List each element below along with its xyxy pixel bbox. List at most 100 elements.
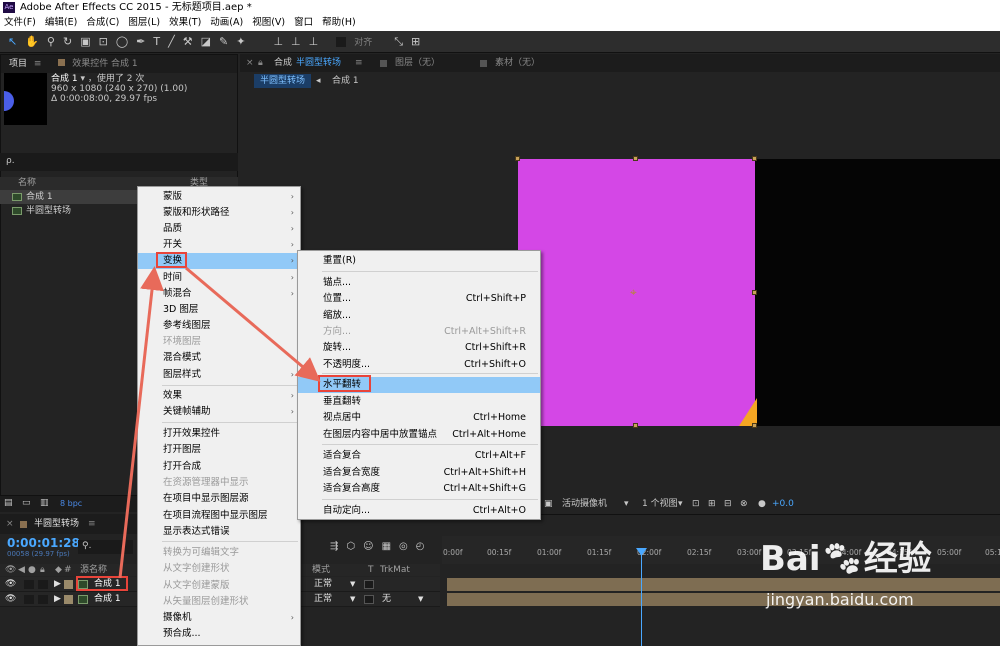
transform-handle[interactable] xyxy=(752,290,757,295)
transform-handle[interactable] xyxy=(633,423,638,428)
trkmat-select[interactable]: 无 xyxy=(382,592,391,607)
interpret-footage-icon[interactable]: ▤ xyxy=(4,498,13,508)
roto-tool-icon[interactable]: ✎ xyxy=(219,35,228,48)
context-menu-item[interactable]: 打开效果控件 xyxy=(138,426,300,442)
submenu-item[interactable]: 适合复合 Ctrl+Alt+F xyxy=(298,448,540,464)
axis-icon[interactable]: ⊥ xyxy=(273,35,283,48)
brush-tool-icon[interactable]: ╱ xyxy=(168,35,175,48)
submenu-item[interactable]: 锚点... xyxy=(298,275,540,291)
context-menu-item[interactable]: 打开合成 xyxy=(138,459,300,475)
label-color-icon[interactable] xyxy=(64,580,73,589)
col-trkmat[interactable]: TrkMat xyxy=(380,564,410,576)
breadcrumb-next[interactable]: 合成 1 xyxy=(332,72,359,90)
panel-menu-icon[interactable]: ≡ xyxy=(355,54,363,72)
menu-help[interactable]: 帮助(H) xyxy=(322,15,356,31)
graph-editor-icon[interactable]: ◴ xyxy=(416,541,433,552)
zoom-tool-icon[interactable]: ⚲ xyxy=(47,35,55,48)
close-icon[interactable]: × xyxy=(246,54,254,72)
context-menu-item[interactable]: 品质 › xyxy=(138,221,300,237)
chevron-down-icon[interactable]: ▼ xyxy=(350,577,355,592)
submenu-item[interactable]: 位置... Ctrl+Shift+P xyxy=(298,291,540,307)
context-menu-item[interactable]: 混合模式 › xyxy=(138,350,300,366)
comp-tab-prefix[interactable]: 合成 xyxy=(274,54,292,72)
context-menu-item[interactable]: 开关 › xyxy=(138,237,300,253)
dropdown-icon[interactable]: ▾ xyxy=(80,74,85,84)
panel-menu-icon[interactable]: ≡ xyxy=(34,59,42,69)
chevron-down-icon[interactable]: ▾ xyxy=(678,496,683,512)
axis-world-icon[interactable]: ⊥ xyxy=(291,35,301,48)
rotate-tool-icon[interactable]: ↻ xyxy=(63,35,72,48)
shy-icon[interactable]: ☺ xyxy=(363,541,381,552)
col-mode[interactable]: 模式 xyxy=(312,564,330,576)
eraser-tool-icon[interactable]: ◪ xyxy=(201,35,211,48)
panel-menu-icon[interactable]: ≡ xyxy=(88,514,96,534)
submenu-item[interactable]: 适合复合高度 Ctrl+Alt+Shift+G xyxy=(298,481,540,497)
audio-toggle[interactable] xyxy=(24,595,34,604)
exposure-icon[interactable]: ● xyxy=(758,496,766,512)
context-menu-item[interactable]: 3D 图层 xyxy=(138,302,300,318)
puppet-tool-icon[interactable]: ✦ xyxy=(236,35,245,48)
flowchart-icon[interactable]: ⊞ xyxy=(708,496,716,512)
motion-blur-icon[interactable]: ◎ xyxy=(399,541,416,552)
submenu-item[interactable]: 视点居中 Ctrl+Home xyxy=(298,410,540,426)
type-tool-icon[interactable]: T xyxy=(153,35,160,48)
ellipse-tool-icon[interactable]: ◯ xyxy=(116,35,128,48)
tab-composition[interactable]: 半圆型转场 xyxy=(296,54,341,72)
layer-name[interactable]: 合成 1 xyxy=(94,592,121,607)
transform-handle[interactable] xyxy=(633,156,638,161)
new-folder-icon[interactable]: ▭ xyxy=(22,498,31,508)
project-search-input[interactable]: ρ. xyxy=(0,153,238,171)
submenu-item[interactable]: 适合复合宽度 Ctrl+Alt+Shift+H xyxy=(298,465,540,481)
reset-exposure-icon[interactable]: ⊗ xyxy=(740,496,748,512)
transform-handle[interactable] xyxy=(515,156,520,161)
eye-icon[interactable]: 👁︎ xyxy=(5,592,16,607)
context-menu-item[interactable]: 在项目流程图中显示图层 xyxy=(138,508,300,524)
tab-project[interactable]: 项目 xyxy=(9,59,27,69)
expand-arrow-icon[interactable]: ▶ xyxy=(54,592,61,607)
transform-handle[interactable] xyxy=(752,423,757,428)
clone-tool-icon[interactable]: ⚒ xyxy=(183,35,193,48)
submenu-item[interactable]: 缩放... xyxy=(298,308,540,324)
context-menu-item[interactable]: 图层样式 › xyxy=(138,367,300,383)
menu-animation[interactable]: 动画(A) xyxy=(210,15,243,31)
close-icon[interactable]: × xyxy=(6,514,14,534)
context-menu-item[interactable]: 显示表达式错误 xyxy=(138,524,300,540)
pen-tool-icon[interactable]: ✒ xyxy=(136,35,145,48)
eye-icon[interactable]: 👁︎ xyxy=(5,577,16,592)
layer-mode-select[interactable]: 正常 xyxy=(314,592,332,607)
chevron-down-icon[interactable]: ▼ xyxy=(350,592,355,607)
tab-layer[interactable]: 图层（无） xyxy=(395,54,440,72)
solo-toggle[interactable] xyxy=(38,595,48,604)
selection-tool-icon[interactable]: ↖ xyxy=(8,35,17,48)
context-menu-item[interactable]: 摄像机 › xyxy=(138,610,300,626)
label-color-icon[interactable] xyxy=(64,595,73,604)
context-menu-item[interactable]: 打开图层 xyxy=(138,442,300,458)
snap-options-icon[interactable]: ⤡ xyxy=(394,35,403,49)
context-menu-item[interactable]: 在项目中显示图层源 xyxy=(138,491,300,507)
chevron-down-icon[interactable]: ▾ xyxy=(624,496,629,512)
context-menu-item[interactable]: 预合成... xyxy=(138,626,300,642)
context-menu-item[interactable]: 关键帧辅助 › xyxy=(138,404,300,420)
menu-edit[interactable]: 编辑(E) xyxy=(45,15,77,31)
tab-timeline[interactable]: 半圆型转场 xyxy=(34,514,79,534)
submenu-item[interactable]: 旋转... Ctrl+Shift+R xyxy=(298,340,540,356)
context-menu-item[interactable]: 蒙版 › xyxy=(138,189,300,205)
new-comp-icon[interactable]: ▥ xyxy=(40,498,49,508)
pan-behind-tool-icon[interactable]: ⊡ xyxy=(99,35,108,48)
frame-blend-icon[interactable]: ▦ xyxy=(382,541,399,552)
exposure-value[interactable]: +0.0 xyxy=(772,496,794,512)
layer-mode-select[interactable]: 正常 xyxy=(314,577,332,592)
snap-grid-icon[interactable]: ⊞ xyxy=(411,35,420,48)
bpc-label[interactable]: 8 bpc xyxy=(60,499,82,508)
preserve-transparency-toggle[interactable] xyxy=(364,595,374,604)
context-menu-item[interactable]: 效果 › xyxy=(138,388,300,404)
camera-tool-icon[interactable]: ▣ xyxy=(80,35,90,48)
context-menu-item[interactable]: 帧混合 › xyxy=(138,286,300,302)
submenu-item[interactable]: 在图层内容中居中放置锚点 Ctrl+Alt+Home xyxy=(298,427,540,443)
current-timecode[interactable]: 0:00:01:28 xyxy=(7,536,80,550)
tab-footage[interactable]: 素材（无） xyxy=(495,54,540,72)
preserve-transparency-toggle[interactable] xyxy=(364,580,374,589)
snap-checkbox[interactable] xyxy=(336,36,347,47)
fast-preview-icon[interactable]: ⊟ xyxy=(724,496,732,512)
context-menu-item[interactable]: 参考线图层 xyxy=(138,318,300,334)
